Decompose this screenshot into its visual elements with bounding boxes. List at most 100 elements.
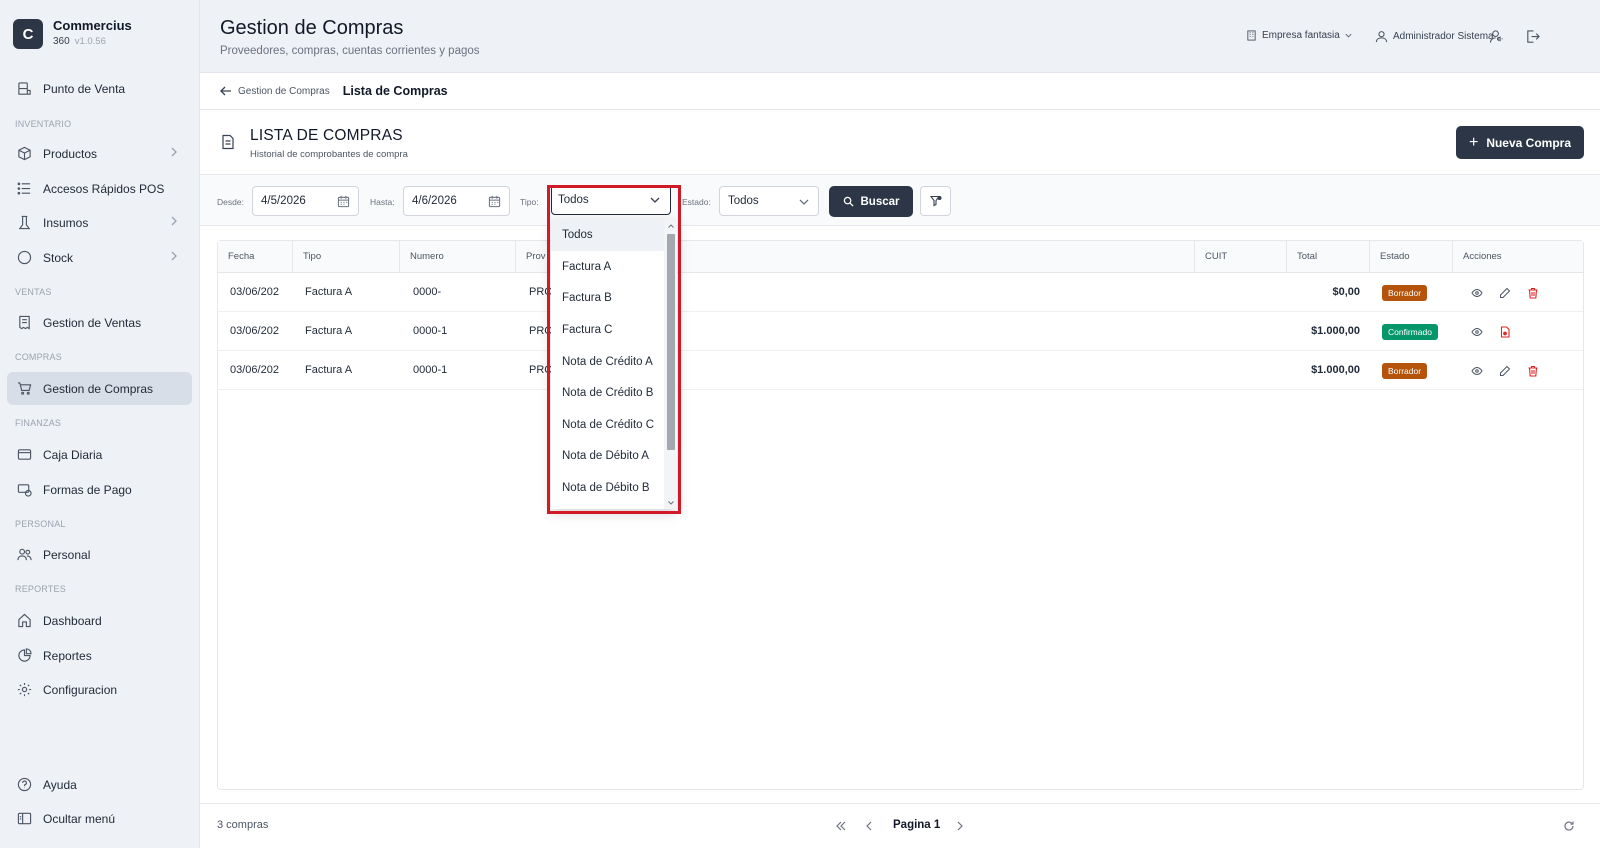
option-nota-debito-a[interactable]: Nota de Débito A: [551, 441, 664, 472]
calendar-icon[interactable]: [488, 195, 501, 208]
col-total[interactable]: Total: [1287, 241, 1370, 273]
dropdown-scroll-thumb[interactable]: [667, 234, 675, 450]
cell-fecha: 03/06/202: [230, 325, 279, 337]
option-nota-credito-a[interactable]: Nota de Crédito A: [551, 347, 664, 378]
calendar-icon[interactable]: [337, 195, 350, 208]
cell-tipo: Factura A: [305, 364, 353, 376]
new-purchase-button[interactable]: + Nueva Compra: [1456, 126, 1584, 159]
next-page-button[interactable]: [954, 820, 966, 835]
receipt-icon: [17, 315, 32, 330]
view-icon[interactable]: [1470, 364, 1483, 377]
logout-button[interactable]: [1525, 29, 1540, 44]
clear-filters-button[interactable]: [920, 186, 951, 216]
sidebar-item-configuracion[interactable]: Configuracion: [7, 673, 192, 706]
flask-icon: [17, 215, 32, 230]
search-button[interactable]: Buscar: [829, 186, 913, 217]
sidebar-item-productos[interactable]: Productos: [7, 137, 192, 170]
col-cuit[interactable]: CUIT: [1195, 241, 1287, 273]
user-name: Administrador Sistema: [1393, 31, 1494, 42]
sidebar-item-label: Gestion de Compras: [43, 381, 154, 396]
company-selector[interactable]: Empresa fantasia: [1246, 30, 1353, 41]
sidebar-item-punto-de-venta[interactable]: Punto de Venta: [7, 72, 192, 105]
edit-icon[interactable]: [1498, 364, 1511, 377]
cell-total: $1.000,00: [1311, 325, 1360, 337]
cell-numero: 0000-1: [413, 364, 448, 376]
sidebar-item-caja-diaria[interactable]: Caja Diaria: [7, 438, 192, 471]
delete-icon[interactable]: [1526, 286, 1539, 299]
col-numero[interactable]: Numero: [400, 241, 516, 273]
double-chevron-left-icon: [836, 821, 846, 831]
cell-tipo: Factura A: [305, 325, 353, 337]
pos-icon: [17, 81, 32, 96]
sidebar-item-reportes[interactable]: Reportes: [7, 639, 192, 672]
edit-icon[interactable]: [1498, 286, 1511, 299]
view-icon[interactable]: [1470, 286, 1483, 299]
search-icon: [843, 196, 854, 207]
scroll-up-icon[interactable]: [667, 222, 675, 230]
table-footer: 3 compras Pagina 1: [200, 803, 1600, 848]
desde-date-input[interactable]: 4/5/2026: [252, 186, 359, 216]
option-todos[interactable]: Todos: [551, 220, 664, 251]
chevron-right-icon: [171, 251, 177, 261]
option-factura-b[interactable]: Factura B: [551, 283, 664, 314]
col-estado[interactable]: Estado: [1370, 241, 1453, 273]
sidebar: C Commercius 360 v1.0.56 Punto de Venta I…: [0, 0, 200, 848]
box-icon: [17, 146, 32, 161]
table-row[interactable]: 03/06/202 Factura A 0000- PRC $0,00 Borr…: [218, 273, 1583, 312]
sidebar-item-ayuda[interactable]: Ayuda: [7, 768, 192, 801]
table-row[interactable]: 03/06/202 Factura A 0000-1 PRC $1.000,00…: [218, 312, 1583, 351]
chevron-right-icon: [171, 216, 177, 226]
sidebar-item-accesos-rapidos[interactable]: Accesos Rápidos POS: [7, 172, 192, 205]
sidebar-item-personal[interactable]: Personal: [7, 538, 192, 571]
option-factura-c[interactable]: Factura C: [551, 315, 664, 346]
sidebar-item-insumos[interactable]: Insumos: [7, 206, 192, 239]
new-purchase-label: Nueva Compra: [1486, 135, 1572, 150]
sidebar-item-label: Insumos: [43, 215, 89, 230]
tipo-value: Todos: [558, 194, 589, 206]
chevron-down-icon: [1345, 33, 1352, 38]
profile-settings-button[interactable]: [1489, 29, 1504, 44]
brand-name: Commercius: [53, 18, 132, 33]
breadcrumb-current: Lista de Compras: [342, 84, 448, 98]
sidebar-item-stock[interactable]: Stock: [7, 241, 192, 274]
sidebar-item-ocultar-menu[interactable]: Ocultar menú: [7, 802, 192, 835]
user-menu[interactable]: Administrador Sistema: [1375, 30, 1494, 43]
home-icon: [17, 613, 32, 628]
estado-select[interactable]: Todos: [719, 186, 819, 216]
option-nota-credito-b[interactable]: Nota de Crédito B: [551, 378, 664, 409]
page-subtitle: Proveedores, compras, cuentas corrientes…: [220, 45, 480, 57]
col-tipo[interactable]: Tipo: [293, 241, 400, 273]
refresh-button[interactable]: [1563, 820, 1575, 835]
sidebar-item-dashboard[interactable]: Dashboard: [7, 604, 192, 637]
chevron-left-icon: [866, 821, 872, 831]
status-badge: Borrador: [1382, 363, 1428, 379]
option-nota-debito-b[interactable]: Nota de Débito B: [551, 473, 664, 504]
chevron-right-icon: [957, 821, 963, 831]
delete-icon[interactable]: [1526, 364, 1539, 377]
chevron-down-icon: [799, 199, 809, 205]
sidebar-item-formas-pago[interactable]: Formas de Pago: [7, 473, 192, 506]
table-header: Fecha Tipo Numero Prov CUIT Total Estado…: [218, 241, 1583, 273]
gear-icon: [17, 682, 32, 697]
first-page-button[interactable]: [835, 820, 847, 835]
hasta-date-input[interactable]: 4/6/2026: [403, 186, 510, 216]
view-icon[interactable]: [1470, 325, 1483, 338]
col-fecha[interactable]: Fecha: [218, 241, 293, 273]
tipo-select[interactable]: Todos: [551, 185, 671, 215]
wallet-icon: [17, 447, 32, 462]
pdf-icon[interactable]: [1498, 325, 1511, 338]
option-factura-a[interactable]: Factura A: [551, 252, 664, 283]
brand-logo: C: [13, 19, 43, 49]
prev-page-button[interactable]: [863, 820, 875, 835]
option-nota-credito-c[interactable]: Nota de Crédito C: [551, 410, 664, 441]
sidebar-item-gestion-compras[interactable]: Gestion de Compras: [7, 372, 192, 405]
sidebar-item-gestion-ventas[interactable]: Gestion de Ventas: [7, 306, 192, 339]
estado-label: Estado:: [682, 197, 711, 207]
table-row[interactable]: 03/06/202 Factura A 0000-1 PRC $1.000,00…: [218, 351, 1583, 390]
sidebar-item-label: Configuracion: [43, 682, 118, 697]
status-badge: Borrador: [1382, 285, 1428, 301]
scroll-down-icon[interactable]: [667, 499, 675, 507]
breadcrumb-back-link[interactable]: Gestion de Compras: [219, 84, 330, 98]
section-reportes: REPORTES: [15, 584, 66, 594]
card-icon: [17, 482, 32, 497]
